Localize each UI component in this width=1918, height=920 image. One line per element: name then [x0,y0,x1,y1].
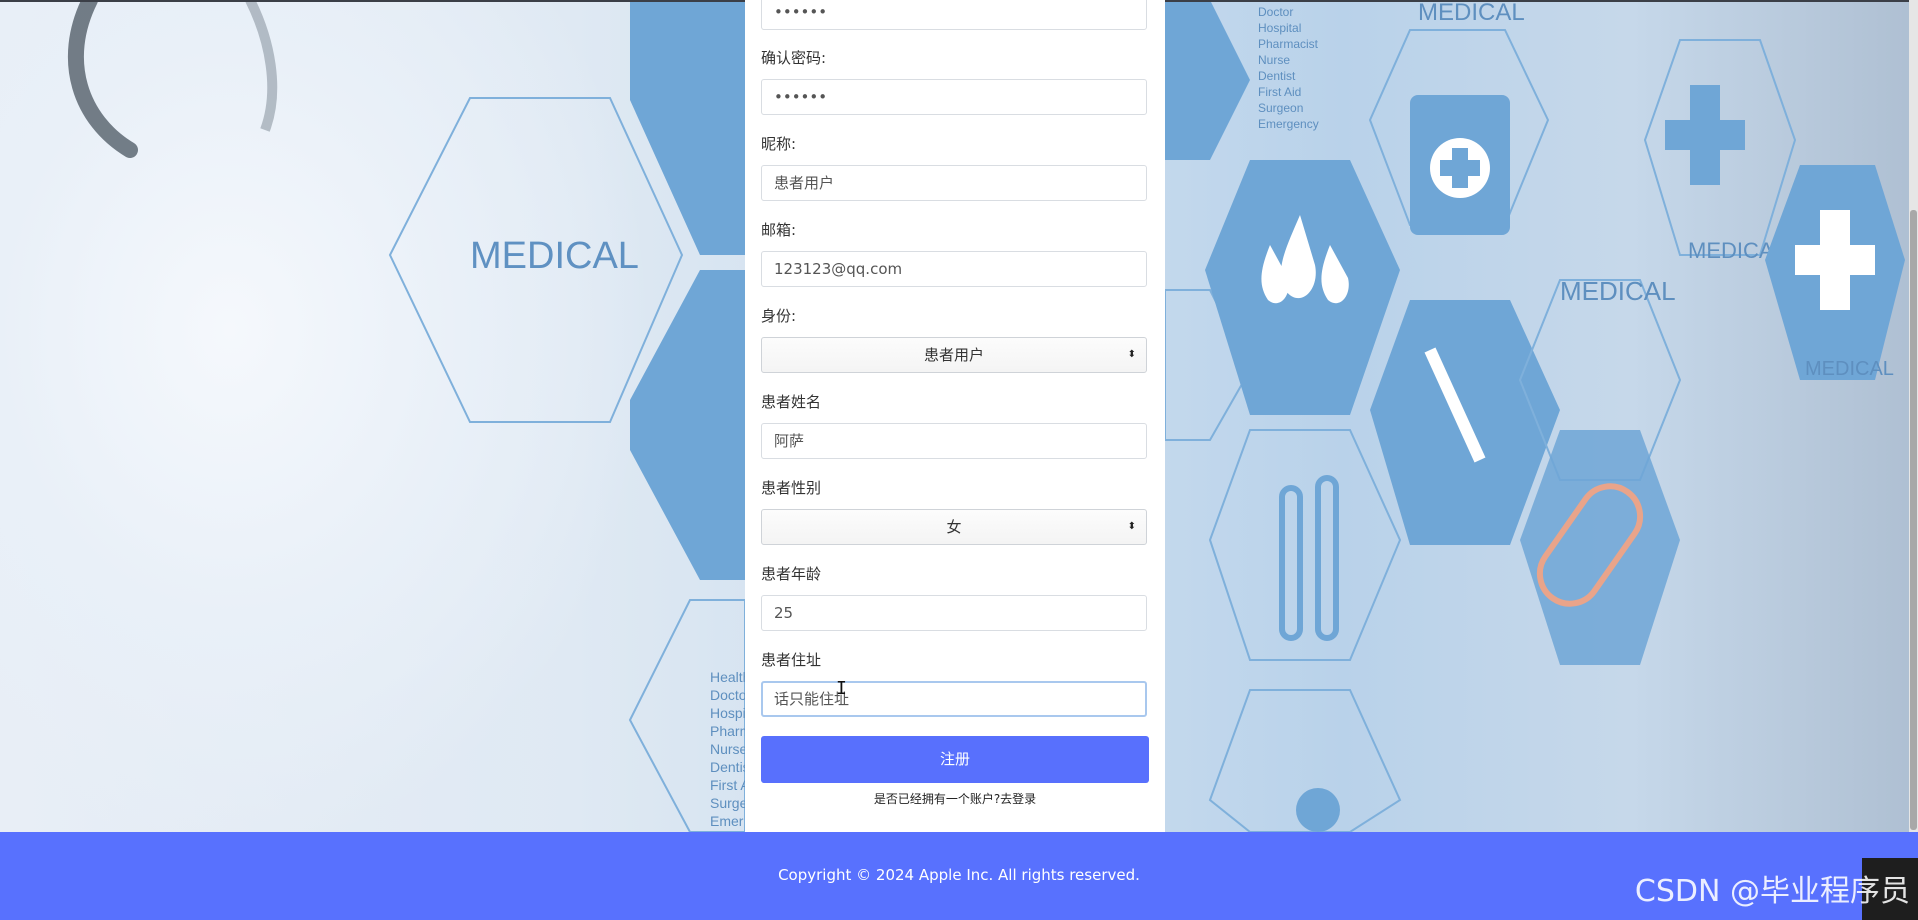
confirm-password-label: 确认密码: [761,49,827,67]
patient-address-label: 患者住址 [761,651,822,669]
text-cursor-icon: I [836,678,847,699]
staff-text: Pharmacist [1258,37,1319,51]
staff-text: Dentis [710,759,750,775]
scrollbar-thumb[interactable] [1910,210,1917,830]
patient-name-field[interactable]: 阿萨 [761,423,1147,459]
email-label: 邮箱: [761,221,797,239]
staff-text: Hospi [710,705,746,721]
nickname-field[interactable]: 患者用户 [761,165,1147,201]
patient-gender-label: 患者性别 [761,479,822,497]
staff-text: Nurse [710,741,748,757]
staff-text: Surge [710,795,748,811]
password-field[interactable]: •••••• [761,0,1147,30]
footer-copyright: Copyright © 2024 Apple Inc. All rights r… [778,866,1140,884]
select-arrows-icon: ⬍ [1127,349,1136,360]
register-button[interactable]: 注册 [761,736,1149,783]
staff-text: First Aid [1258,85,1301,99]
scrollbar[interactable] [1909,0,1918,832]
patient-gender-select-value: 女 [946,518,962,536]
patient-address-field[interactable]: 话只能住址 [761,681,1147,717]
select-arrows-icon: ⬍ [1127,521,1136,532]
staff-text: Doctor [1258,5,1293,19]
role-select-value: 患者用户 [923,346,984,364]
staff-text: Emer [710,813,744,829]
staff-text: Surgeon [1258,101,1303,115]
confirm-password-field[interactable]: •••••• [761,79,1147,115]
hex-label: MEDICAL [1805,358,1894,380]
hex-label: MEDICAL [1560,276,1676,306]
login-link[interactable]: 是否已经拥有一个账户?去登录 [761,790,1149,807]
email-field[interactable]: 123123@qq.com [761,251,1147,287]
role-select[interactable]: 患者用户 ⬍ [761,337,1147,373]
hex-label: MEDICAL [470,235,639,277]
patient-name-label: 患者姓名 [761,393,822,411]
footer: Copyright © 2024 Apple Inc. All rights r… [0,832,1918,920]
hex-label: MEDICAL [1418,0,1525,26]
staff-text: Hospital [1258,21,1301,35]
staff-text: Nurse [1258,53,1290,67]
staff-text: Dentist [1258,69,1296,83]
nickname-label: 昵称: [761,135,797,153]
patient-age-field[interactable]: 25 [761,595,1147,631]
csdn-watermark: CSDN @毕业程序员 [1634,874,1910,909]
register-panel: •••••• 确认密码: •••••• 昵称: 患者用户 邮箱: 123123@… [745,0,1165,832]
patient-gender-select[interactable]: 女 ⬍ [761,509,1147,545]
staff-text: Emergency [1258,117,1319,131]
patient-age-label: 患者年龄 [761,565,822,583]
role-label: 身份: [761,307,797,325]
